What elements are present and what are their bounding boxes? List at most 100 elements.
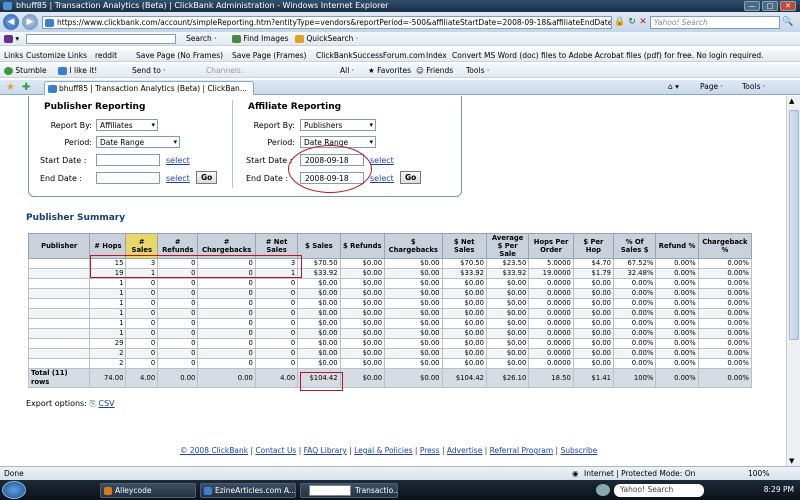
tools-menu[interactable]: Tools · bbox=[466, 64, 489, 78]
page-menu[interactable]: Page · bbox=[700, 82, 723, 91]
links-bar: Links Customize Links reddit Save Page (… bbox=[0, 50, 800, 62]
yahoo-toolbar-icon[interactable]: ▾ bbox=[4, 32, 19, 46]
pub-end-select-link[interactable]: select bbox=[166, 174, 190, 183]
csv-link[interactable]: CSV bbox=[98, 399, 114, 408]
footer-link[interactable]: Contact Us bbox=[255, 446, 296, 455]
table-cell: $0.00 bbox=[384, 268, 443, 279]
find-images-button[interactable]: Find Images bbox=[232, 32, 289, 46]
like-button[interactable]: I like it! bbox=[58, 64, 97, 78]
footer-link[interactable]: © 2008 ClickBank bbox=[180, 446, 248, 455]
table-cell: $0.00 bbox=[485, 298, 530, 309]
link-customize[interactable]: Customize Links bbox=[26, 50, 87, 62]
link-cb-forum[interactable]: ClickBankSuccessForum.com bbox=[316, 50, 425, 62]
quicksearch-button[interactable]: QuickSearch · bbox=[295, 32, 358, 46]
aff-report-by-select[interactable]: Publishers bbox=[300, 119, 376, 131]
column-header[interactable]: Publisher bbox=[27, 233, 91, 259]
table-cell: $0.00 bbox=[572, 298, 615, 309]
table-cell: $0.00 bbox=[339, 278, 386, 289]
footer-link[interactable]: Press bbox=[420, 446, 440, 455]
scroll-up-icon[interactable]: ▲ bbox=[789, 97, 794, 105]
close-button[interactable]: ✕ bbox=[780, 1, 796, 11]
pub-start-select-link[interactable]: select bbox=[166, 156, 190, 165]
column-header[interactable]: % Of Sales $ bbox=[613, 233, 657, 259]
task-ezine[interactable]: EzineArticles.com A... bbox=[200, 483, 296, 498]
task-alleycode[interactable]: Alleycode bbox=[100, 483, 196, 498]
favorites-button[interactable]: ★ Favorites bbox=[368, 64, 411, 78]
footer-link[interactable]: Referral Program bbox=[490, 446, 554, 455]
aff-start-select-link[interactable]: select bbox=[370, 156, 394, 165]
link-convert[interactable]: Convert MS Word (doc) files to Adobe Acr… bbox=[452, 50, 763, 62]
column-header[interactable]: $ Chargebacks bbox=[384, 233, 443, 259]
start-button[interactable] bbox=[2, 481, 26, 499]
footer-link[interactable]: Advertise bbox=[447, 446, 482, 455]
minimize-button[interactable]: — bbox=[744, 1, 760, 11]
table-cell: $0.00 bbox=[384, 288, 443, 299]
footer-link[interactable]: FAQ Library bbox=[304, 446, 347, 455]
aff-end-select-link[interactable]: select bbox=[370, 174, 394, 183]
scroll-down-icon[interactable]: ▼ bbox=[789, 457, 794, 465]
link-index[interactable]: Index bbox=[426, 50, 447, 62]
back-button[interactable]: ◀ bbox=[3, 14, 19, 30]
table-cell: $0.00 bbox=[485, 328, 530, 339]
all-button[interactable]: All · bbox=[340, 64, 354, 78]
pub-period-select[interactable]: Date Range bbox=[96, 136, 180, 148]
table-cell: 1 bbox=[89, 318, 127, 329]
pub-end-date-input[interactable] bbox=[96, 172, 160, 184]
column-header[interactable]: Chargeback % bbox=[697, 233, 753, 259]
table-cell: 0.0000 bbox=[528, 328, 574, 339]
table-cell: 32.48% bbox=[613, 268, 657, 279]
taskbar-search[interactable]: Yahoo! Search bbox=[614, 484, 704, 497]
csv-icon[interactable]: ⎘ bbox=[89, 399, 95, 408]
stumble-button[interactable]: Stumble bbox=[4, 64, 47, 78]
total-cell: $0.00 bbox=[339, 368, 386, 388]
total-cell: 18.50 bbox=[528, 368, 574, 388]
send-to-button[interactable]: Send to · bbox=[132, 64, 166, 78]
maximize-button[interactable]: □ bbox=[762, 1, 778, 11]
home-icon[interactable]: ⌂ ▾ bbox=[668, 82, 679, 91]
column-header[interactable]: Refund % bbox=[655, 233, 699, 259]
forward-button[interactable]: ▶ bbox=[22, 14, 38, 30]
toolbar-search-button[interactable]: Search · bbox=[186, 32, 217, 46]
scroll-thumb[interactable] bbox=[789, 110, 799, 340]
page-icon bbox=[45, 19, 54, 27]
column-header[interactable]: $ Per Hop bbox=[572, 233, 615, 259]
add-favorite-icon[interactable]: ✚ bbox=[22, 82, 30, 93]
date-highlight-circle bbox=[288, 145, 372, 193]
footer-link[interactable]: Legal & Policies bbox=[354, 446, 412, 455]
column-header[interactable]: $ Refunds bbox=[339, 233, 386, 259]
table-cell: 0.00% bbox=[613, 348, 657, 359]
column-header[interactable]: Hops Per Order bbox=[528, 233, 574, 259]
pub-period-label: Period: bbox=[64, 138, 92, 147]
url-field[interactable]: https://www.clickbank.com/account/simple… bbox=[42, 16, 612, 29]
vertical-scrollbar[interactable]: ▲ ▼ bbox=[786, 96, 800, 466]
tools-menu-tab[interactable]: Tools · bbox=[742, 82, 765, 91]
link-save-no-frames[interactable]: Save Page (No Frames) bbox=[136, 50, 223, 62]
toolbar-search-field[interactable] bbox=[26, 34, 176, 44]
table-cell: $0.00 bbox=[384, 348, 443, 359]
table-cell: $0.00 bbox=[485, 308, 530, 319]
lock-icon[interactable]: 🔒 bbox=[614, 16, 626, 28]
friends-button[interactable]: ☺ Friends bbox=[416, 64, 453, 78]
aff-go-button[interactable]: Go bbox=[400, 171, 422, 184]
stop-icon[interactable]: ✕ bbox=[637, 16, 649, 28]
pub-report-by-select[interactable]: Affiliates bbox=[96, 119, 158, 131]
link-reddit[interactable]: reddit bbox=[95, 50, 117, 62]
search-icon[interactable]: 🔍 bbox=[782, 16, 794, 28]
table-cell: $0.00 bbox=[339, 328, 386, 339]
page-content: Publisher Reporting Report By: Affiliate… bbox=[0, 96, 786, 466]
tab-active[interactable]: bhuff85 | Transaction Analytics (Beta) |… bbox=[44, 81, 254, 95]
pub-go-button[interactable]: Go bbox=[196, 171, 218, 184]
search-input[interactable]: Yahoo! Search bbox=[650, 16, 780, 29]
task-transactions[interactable]: Transactio... bbox=[300, 483, 398, 498]
column-header[interactable]: $ Net Sales bbox=[441, 233, 487, 259]
clock: 8:29 PM bbox=[763, 485, 794, 494]
pub-start-date-input[interactable] bbox=[96, 154, 160, 166]
footer-link[interactable]: Subscribe bbox=[560, 446, 597, 455]
table-cell: $0.00 bbox=[572, 328, 615, 339]
table-cell: $0.00 bbox=[441, 308, 487, 319]
column-header[interactable]: Average $ Per Sale bbox=[485, 233, 530, 259]
column-header[interactable]: $ Sales bbox=[297, 233, 341, 259]
favorites-star-icon[interactable]: ★ bbox=[6, 82, 15, 93]
zoom-level[interactable]: 100% bbox=[748, 467, 769, 480]
link-save-frames[interactable]: Save Page (Frames) bbox=[232, 50, 306, 62]
